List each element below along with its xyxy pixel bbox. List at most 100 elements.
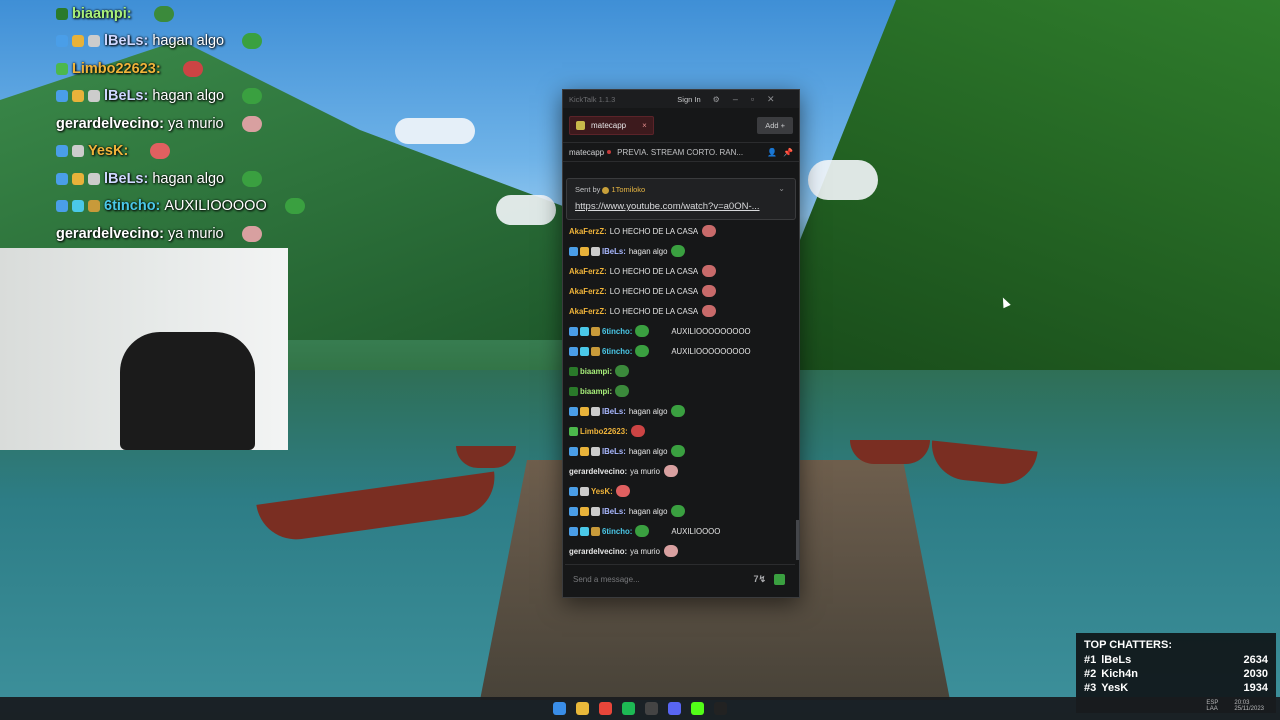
chat-message[interactable]: AkaFerzZ: LO HECHO DE LA CASA [569, 261, 793, 281]
badge-icon[interactable] [569, 366, 578, 376]
coin-icon [602, 186, 610, 194]
maximize-icon[interactable]: ▫ [751, 94, 754, 104]
badge-icon[interactable] [591, 246, 600, 256]
system-tray[interactable]: ESP LAA 20:03 25/11/2023 [1190, 700, 1264, 712]
chevron-down-icon[interactable]: ⌄ [778, 184, 785, 193]
badge-icon[interactable] [569, 406, 578, 416]
chat-username[interactable]: Limbo22623: [580, 427, 628, 436]
scrollbar[interactable] [796, 520, 799, 560]
chat-username[interactable]: lBeLs: [602, 507, 626, 516]
badge-icon[interactable] [569, 506, 578, 516]
close-icon[interactable]: ✕ [767, 94, 775, 105]
add-channel-button[interactable]: Add + [757, 116, 793, 134]
chat-message[interactable]: AkaFerzZ: LO HECHO DE LA CASA [569, 221, 793, 241]
chat-message[interactable]: 6tincho: AUXILIOOOO [569, 521, 793, 541]
clock[interactable]: 20:03 25/11/2023 [1226, 700, 1264, 712]
badge-icon[interactable] [569, 426, 578, 436]
tab-matecapp[interactable]: matecapp × [569, 115, 654, 135]
pinned-message[interactable]: Sent by 1Tomiloko ⌄ https://www.youtube.c… [566, 178, 796, 220]
translate-icon[interactable]: 7↯ [753, 574, 766, 585]
chat-message[interactable]: AkaFerzZ: LO HECHO DE LA CASA [569, 281, 793, 301]
badge-icon [72, 35, 84, 48]
chat-message[interactable]: Limbo22623: [569, 421, 793, 441]
chat-username[interactable]: lBeLs: [602, 407, 626, 416]
cloud [496, 195, 556, 225]
badge-icon[interactable] [580, 406, 589, 416]
badge-icon[interactable] [580, 526, 589, 536]
chat-username[interactable]: YesK: [591, 487, 613, 496]
chat-username[interactable]: AkaFerzZ: [569, 307, 607, 316]
message-input[interactable] [565, 573, 754, 585]
obs-icon[interactable] [645, 702, 658, 715]
badge-icon[interactable] [591, 346, 600, 356]
badge-icon[interactable] [591, 446, 600, 456]
pin-icon[interactable]: 📌 [783, 148, 793, 157]
tab-close-icon[interactable]: × [642, 121, 647, 130]
language-indicator[interactable]: ESP LAA [1198, 700, 1218, 712]
spotify-icon[interactable] [622, 702, 635, 715]
chat-username[interactable]: 6tincho: [602, 327, 632, 336]
badge-icon[interactable] [591, 526, 600, 536]
rank: #2 [1084, 668, 1097, 680]
minimize-icon[interactable]: – [733, 94, 738, 104]
badge-icon[interactable] [580, 446, 589, 456]
chat-username[interactable]: gerardelvecino: [569, 467, 627, 476]
overlay-chat-line: 6tincho: AUXILIOOOOO [56, 193, 356, 221]
chat-username[interactable]: lBeLs: [602, 247, 626, 256]
badge-icon[interactable] [591, 326, 600, 336]
chat-message[interactable]: lBeLs: hagan algo [569, 441, 793, 461]
chat-username[interactable]: AkaFerzZ: [569, 267, 607, 276]
chat-username: 6tincho: [104, 198, 161, 215]
chat-text: AUXILIOOOO [671, 526, 721, 536]
chat-message[interactable]: lBeLs: hagan algo [569, 401, 793, 421]
pinned-link[interactable]: https://www.youtube.com/watch?v=a0ON-... [575, 201, 787, 212]
chat-message[interactable]: gerardelvecino: ya murio [569, 461, 793, 481]
badge-icon[interactable] [591, 406, 600, 416]
chat-message[interactable]: biaampi: [569, 361, 793, 381]
epic-games-icon[interactable] [714, 702, 727, 715]
badge-icon[interactable] [569, 246, 578, 256]
chat-message[interactable]: biaampi: [569, 381, 793, 401]
badge-icon[interactable] [591, 506, 600, 516]
chat-username: lBeLs: [104, 170, 149, 187]
chat-message[interactable]: 6tincho: AUXILIOOOOOOOOO [569, 341, 793, 361]
chat-message[interactable]: lBeLs: hagan algo [569, 501, 793, 521]
badge-icon[interactable] [580, 326, 589, 336]
chat-username[interactable]: AkaFerzZ: [569, 227, 607, 236]
title-bar[interactable]: KickTalk 1.1.3 Sign In ⚙ – ▫ ✕ [563, 90, 799, 108]
chat-username[interactable]: AkaFerzZ: [569, 287, 607, 296]
chat-username[interactable]: biaampi: [580, 387, 612, 396]
badge-icon[interactable] [569, 326, 578, 336]
badge-icon[interactable] [580, 346, 589, 356]
kicktalk-window[interactable]: KickTalk 1.1.3 Sign In ⚙ – ▫ ✕ matecapp … [562, 89, 800, 598]
badge-icon[interactable] [569, 386, 578, 396]
chrome-icon[interactable] [599, 702, 612, 715]
chat-username[interactable]: gerardelvecino: [569, 547, 627, 556]
discord-icon[interactable] [668, 702, 681, 715]
chat-message[interactable]: gerardelvecino: ya murio [569, 541, 793, 561]
badge-icon[interactable] [580, 506, 589, 516]
chat-text: LO HECHO DE LA CASA [609, 286, 699, 296]
emote-picker-icon[interactable] [774, 573, 785, 585]
user-icon[interactable]: 👤 [767, 148, 777, 157]
kick-icon[interactable] [691, 702, 704, 715]
badge-icon[interactable] [569, 526, 578, 536]
sign-in-button[interactable]: Sign In [677, 95, 700, 104]
chat-message[interactable]: lBeLs: hagan algo [569, 241, 793, 261]
windows-start-icon[interactable] [553, 702, 566, 715]
badge-icon[interactable] [569, 446, 578, 456]
chat-message[interactable]: 6tincho: AUXILIOOOOOOOOO [569, 321, 793, 341]
chat-username[interactable]: 6tincho: [602, 347, 632, 356]
badge-icon[interactable] [569, 346, 578, 356]
chat-message[interactable]: AkaFerzZ: LO HECHO DE LA CASA [569, 301, 793, 321]
badge-icon[interactable] [580, 246, 589, 256]
file-explorer-icon[interactable] [576, 702, 589, 715]
badge-icon[interactable] [569, 486, 578, 496]
chat-message[interactable]: YesK: [569, 481, 793, 501]
badge-icon[interactable] [580, 486, 589, 496]
overlay-chat-line: lBeLs: hagan algo [56, 165, 356, 193]
chat-username[interactable]: 6tincho: [602, 527, 632, 536]
gear-icon[interactable]: ⚙ [713, 95, 720, 104]
chat-username[interactable]: lBeLs: [602, 447, 626, 456]
chat-username[interactable]: biaampi: [580, 367, 612, 376]
